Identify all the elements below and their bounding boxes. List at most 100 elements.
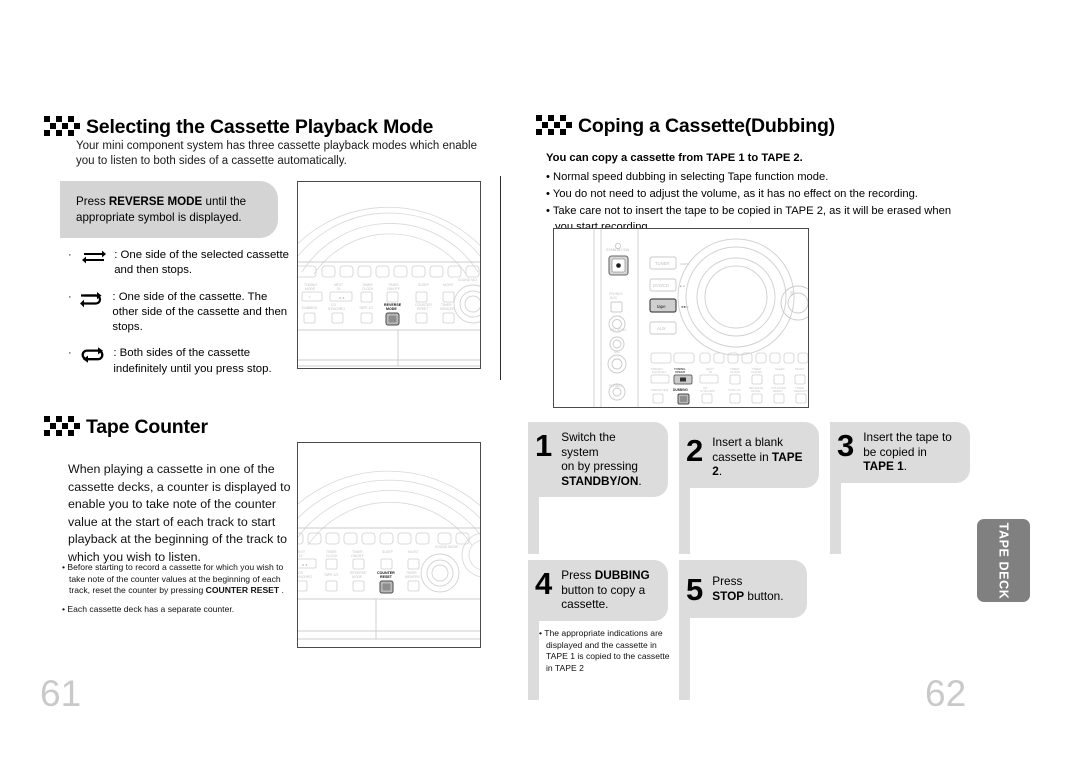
section-title: Coping a Cassette(Dubbing) xyxy=(578,114,835,137)
dubbing-bullet: • Normal speed dubbing in selecting Tape… xyxy=(546,171,829,183)
step-3-head: 3 Insert the tape to be copied in TAPE 1… xyxy=(830,422,970,483)
reverse-mode-text: : One side of the cassette. The other si… xyxy=(112,290,288,334)
svg-text:CLOCK: CLOCK xyxy=(362,287,374,291)
step-line-1: Press xyxy=(712,574,743,588)
step-line-2: cassette in xyxy=(712,449,772,464)
remote-control-diagram-reverse-mode: TUNING MODE NEXT DI TIMER CLOCK TIMER ON/OFF… xyxy=(297,181,481,369)
note-text: • Each cassette deck has a separate coun… xyxy=(62,603,235,614)
svg-text:TUNER: TUNER xyxy=(655,261,669,266)
reverse-mode-text: : Both sides of the cassette indefinitel… xyxy=(113,347,272,375)
highlight-reverse-mode: REVERSE MODE xyxy=(384,303,402,326)
svg-text:MODE: MODE xyxy=(751,389,760,393)
highlight-dubbing-button: DUBBING xyxy=(673,388,690,405)
step-text: Press DUBBING button to copy a cassette. xyxy=(561,567,650,612)
reverse-mode-callout: Press REVERSE MODE until the appropriate… xyxy=(60,181,278,238)
svg-text:SLEEP: SLEEP xyxy=(382,550,394,554)
svg-text:SPEED: SPEED xyxy=(675,370,686,374)
svg-text:SYNCHRO: SYNCHRO xyxy=(298,575,312,579)
reverse-loop-icon xyxy=(73,346,113,377)
svg-text:◄■►: ◄■► xyxy=(680,305,689,309)
manual-page-spread: Selecting the Cassette Playback Mode You… xyxy=(0,0,1080,763)
reverse-once-icon xyxy=(74,248,114,279)
svg-text:TAPE 1/2: TAPE 1/2 xyxy=(728,388,741,392)
svg-text:RESET: RESET xyxy=(380,575,393,579)
side-tab-label: TAPE DECK xyxy=(996,522,1011,599)
svg-text:▪: ▪ xyxy=(309,295,310,299)
step-line-2: button to copy a xyxy=(561,582,646,597)
svg-text:ON/OFF: ON/OFF xyxy=(387,287,400,291)
tape-counter-notes: • Before starting to record a cassette f… xyxy=(62,562,290,622)
svg-text:TAPE 1/2: TAPE 1/2 xyxy=(359,306,373,310)
step-4: 4 Press DUBBING button to copy a cassett… xyxy=(528,560,668,621)
step-text: Press STOP button. xyxy=(712,573,783,603)
step-line-2-tail: button. xyxy=(744,588,784,603)
front-panel-diagram-dubbing: STANDBY/ON PHONES JACK MIC LEVEL MIC PHON… xyxy=(553,228,809,408)
svg-text:DVD/CD: DVD/CD xyxy=(653,283,669,288)
step-number: 3 xyxy=(837,428,855,463)
svg-text:MEMORY: MEMORY xyxy=(405,575,421,579)
step-line-2-bold: STOP xyxy=(712,588,745,603)
step-4-note: • The appropriate indications are displa… xyxy=(539,628,674,681)
svg-text:SYNCHRO: SYNCHRO xyxy=(328,307,345,311)
svg-text:ON/OFF: ON/OFF xyxy=(351,554,364,558)
step-number: 4 xyxy=(535,566,553,601)
svg-text:DI: DI xyxy=(299,554,302,558)
svg-text:MODE: MODE xyxy=(386,307,397,311)
page-number-left: 61 xyxy=(40,673,82,714)
svg-text:DI: DI xyxy=(337,287,340,291)
step-line-3: cassette. xyxy=(561,597,609,612)
reverse-mode-list: · : One side of the selected cassette an… xyxy=(68,248,290,388)
page-number-right: 62 xyxy=(925,673,967,714)
playback-mode-intro: Your mini component system has three cas… xyxy=(76,140,478,167)
highlight-tuning-speed: TUNING SPEED xyxy=(673,367,693,385)
step-3: 3 Insert the tape to be copied in TAPE 1… xyxy=(830,422,970,483)
remote-control-diagram-counter-reset: NEXTDI TIMERCLOCK TIMERON/OFF SLEEP MO/S… xyxy=(297,442,481,648)
dubbing-lead: You can copy a cassette from TAPE 1 to T… xyxy=(546,152,803,164)
step-5: 5 Press STOP button. xyxy=(679,560,807,618)
reverse-both-icon xyxy=(72,290,112,336)
pixel-arrow-icon xyxy=(44,112,82,142)
step-line-3-tail: . xyxy=(638,473,642,488)
svg-text:MEMORY: MEMORY xyxy=(440,307,456,311)
svg-text:SLEEP: SLEEP xyxy=(418,283,430,287)
svg-text:tape: tape xyxy=(657,304,666,309)
svg-text:ℙ: ℙ xyxy=(790,291,794,297)
callout-prefix: Press xyxy=(76,195,109,208)
note-item: • Each cassette deck has a separate coun… xyxy=(62,604,290,616)
step-line-3-tail: . xyxy=(903,459,907,474)
svg-text:MODE: MODE xyxy=(305,287,316,291)
column-divider xyxy=(500,176,502,380)
reverse-mode-item: · : One side of the cassette. The other … xyxy=(68,290,290,336)
dubbing-bullets: You can copy a cassette from TAPE 1 to T… xyxy=(546,150,966,236)
reverse-mode-item: · : One side of the selected cassette an… xyxy=(68,248,290,279)
note-tail: . xyxy=(279,585,284,596)
svg-text:SLEEP: SLEEP xyxy=(775,367,785,371)
svg-text:◄◄: ◄◄ xyxy=(301,563,308,567)
step-line-2: on by pressing xyxy=(561,459,638,474)
svg-text:DI: DI xyxy=(709,370,712,374)
step-line-1-bold: DUBBING xyxy=(594,568,650,582)
note-bold: COUNTER RESET xyxy=(205,585,280,596)
step-4-head: 4 Press DUBBING button to copy a cassett… xyxy=(528,560,668,621)
step-5-head: 5 Press STOP button. xyxy=(679,560,807,618)
svg-text:TAPE 1/2: TAPE 1/2 xyxy=(324,573,338,577)
side-tab-tape-deck[interactable]: TAPE DECK xyxy=(977,519,1030,602)
note-item: • The appropriate indications are displa… xyxy=(539,628,670,673)
step-line-1: Insert a blank xyxy=(712,435,784,449)
step-tail-strip-3 xyxy=(830,476,841,554)
step-tail-strip-5 xyxy=(679,614,690,700)
pixel-arrow-icon xyxy=(44,412,82,442)
svg-text:AUX: AUX xyxy=(657,326,666,331)
tape-counter-paragraph: When playing a cassette in one of the ca… xyxy=(68,462,291,564)
section-header-playback-mode: Selecting the Cassette Playback Mode xyxy=(44,112,433,142)
svg-text:CLOCK: CLOCK xyxy=(730,370,740,374)
step-2: 2 Insert a blank cassette in TAPE 2. xyxy=(679,422,819,488)
step-line-1: Press xyxy=(561,568,595,582)
svg-text:RESET: RESET xyxy=(417,307,428,311)
step-line-1: Switch the system xyxy=(561,430,616,459)
step-text: Switch the system on by pressing STANDBY… xyxy=(561,429,656,488)
svg-text:MODE: MODE xyxy=(352,575,363,579)
svg-text:EQ/SCAN: EQ/SCAN xyxy=(652,370,666,374)
step-text: Insert the tape to be copied in TAPE 1. xyxy=(863,429,952,474)
step-line-2: be copied in xyxy=(863,444,927,459)
